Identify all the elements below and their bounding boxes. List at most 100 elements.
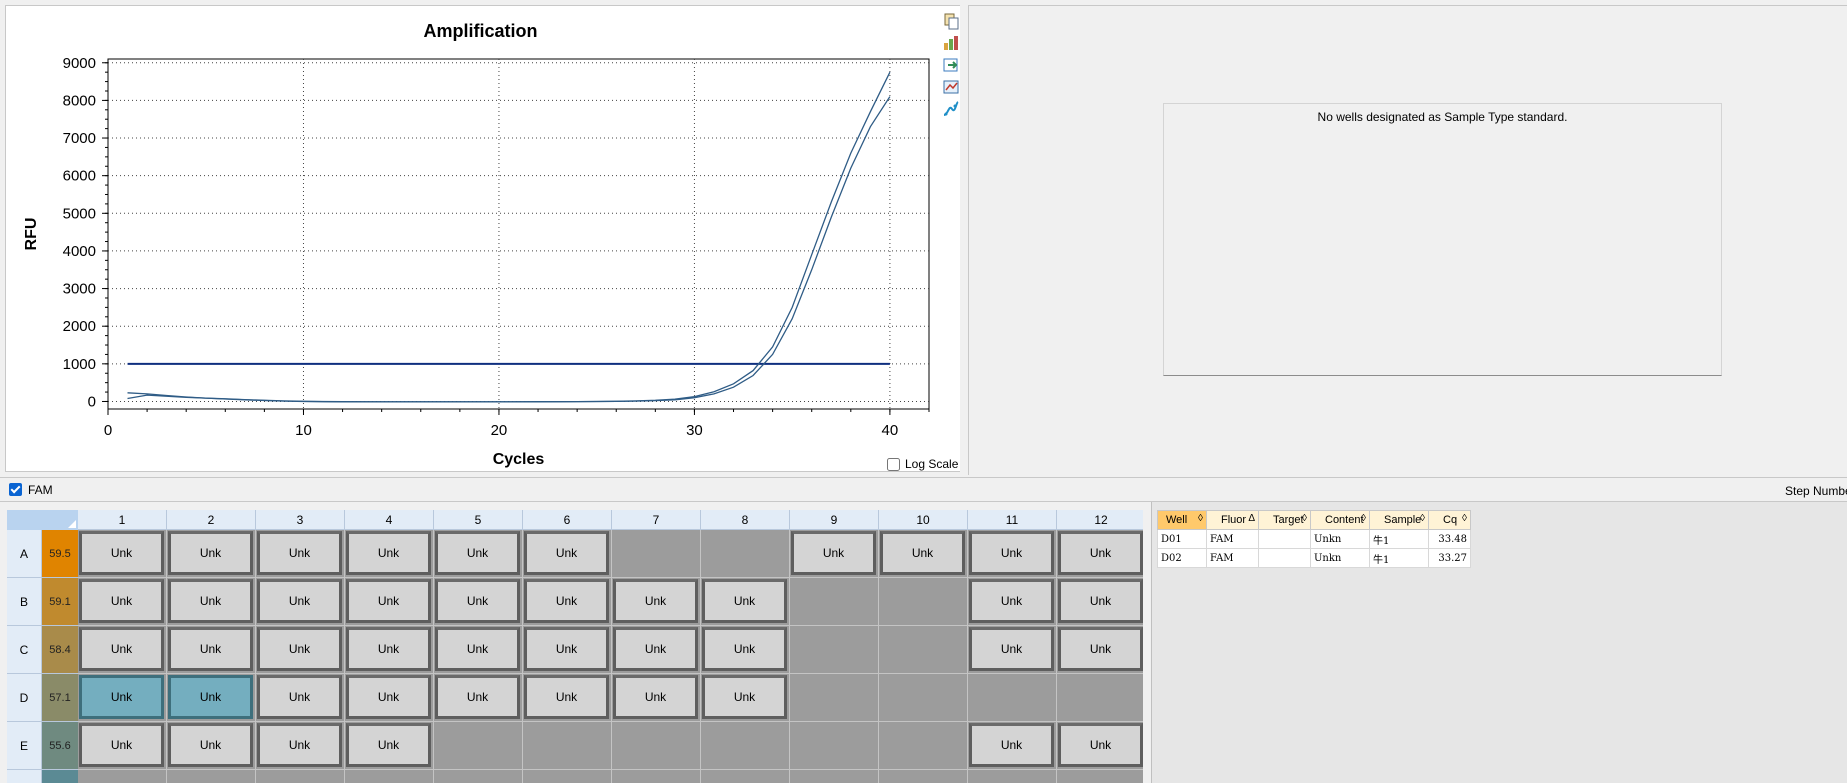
plate-well[interactable] xyxy=(1057,674,1143,722)
results-column-header[interactable]: Cq ◊ xyxy=(1428,510,1471,530)
results-cell[interactable]: 牛1 xyxy=(1369,529,1429,549)
plate-well[interactable]: Unk xyxy=(701,674,790,722)
well-content[interactable]: Unk xyxy=(435,531,520,575)
plate-well[interactable] xyxy=(790,578,879,626)
well-content[interactable]: Unk xyxy=(702,579,787,623)
plate-column-header[interactable]: 2 xyxy=(167,510,256,530)
plate-well[interactable] xyxy=(78,770,167,783)
plate-well[interactable]: Unk xyxy=(78,722,167,770)
well-content[interactable]: Unk xyxy=(969,723,1054,767)
plate-row-header[interactable]: C xyxy=(7,626,42,674)
results-cell[interactable]: Unkn xyxy=(1310,548,1370,568)
results-cell[interactable]: FAM xyxy=(1206,529,1259,549)
sort-icon[interactable]: ◊ xyxy=(1361,513,1366,524)
plate-well[interactable]: Unk xyxy=(523,674,612,722)
well-content[interactable]: Unk xyxy=(791,531,876,575)
plate-well[interactable]: Unk xyxy=(968,626,1057,674)
plate-column-header[interactable]: 1 xyxy=(78,510,167,530)
plate-column-header[interactable]: 7 xyxy=(612,510,701,530)
well-content[interactable]: Unk xyxy=(257,579,342,623)
results-cell[interactable]: D02 xyxy=(1157,548,1207,568)
results-cell[interactable]: 33.27 xyxy=(1428,548,1471,568)
plate-column-header[interactable]: 10 xyxy=(879,510,968,530)
plate-well[interactable]: Unk xyxy=(612,578,701,626)
well-content[interactable]: Unk xyxy=(346,627,431,671)
plate-well[interactable]: Unk xyxy=(790,530,879,578)
well-content[interactable]: Unk xyxy=(168,531,253,575)
results-cell[interactable]: Unkn xyxy=(1310,529,1370,549)
sort-icon[interactable]: Δ xyxy=(1248,513,1255,524)
well-content[interactable]: Unk xyxy=(346,531,431,575)
plate-column-header[interactable]: 6 xyxy=(523,510,612,530)
plate-well[interactable]: Unk xyxy=(78,674,167,722)
well-content[interactable]: Unk xyxy=(524,675,609,719)
plate-row-header[interactable]: B xyxy=(7,578,42,626)
plate-row-header[interactable]: E xyxy=(7,722,42,770)
plate-well[interactable]: Unk xyxy=(345,674,434,722)
well-content[interactable]: Unk xyxy=(702,675,787,719)
well-content[interactable]: Unk xyxy=(257,675,342,719)
well-content[interactable]: Unk xyxy=(79,579,164,623)
plate-well[interactable]: Unk xyxy=(701,578,790,626)
plate-column-header[interactable]: 8 xyxy=(701,510,790,530)
plate-column-header[interactable]: 9 xyxy=(790,510,879,530)
plate-row-header[interactable]: A xyxy=(7,530,42,578)
sort-icon[interactable]: ◊ xyxy=(1420,513,1425,524)
plate-well[interactable] xyxy=(434,722,523,770)
plate-well[interactable]: Unk xyxy=(78,626,167,674)
copy-icon[interactable] xyxy=(942,12,960,30)
plate-well[interactable] xyxy=(523,722,612,770)
well-content[interactable]: Unk xyxy=(79,723,164,767)
plate-column-header[interactable]: 3 xyxy=(256,510,345,530)
results-column-header[interactable]: Content ◊ xyxy=(1310,510,1370,530)
plate-well[interactable]: Unk xyxy=(701,626,790,674)
results-column-header[interactable]: Well ◊ xyxy=(1157,510,1207,530)
plate-column-header[interactable]: 11 xyxy=(968,510,1057,530)
plate-well[interactable]: Unk xyxy=(345,578,434,626)
well-content[interactable]: Unk xyxy=(969,579,1054,623)
vertical-splitter[interactable] xyxy=(960,0,968,475)
well-content[interactable]: Unk xyxy=(168,723,253,767)
well-content[interactable]: Unk xyxy=(346,723,431,767)
plate-well[interactable] xyxy=(790,674,879,722)
well-content[interactable]: Unk xyxy=(79,675,164,719)
well-content[interactable]: Unk xyxy=(435,627,520,671)
sort-icon[interactable]: ◊ xyxy=(1198,513,1203,524)
plate-column-header[interactable]: 5 xyxy=(434,510,523,530)
plate-well[interactable]: Unk xyxy=(256,722,345,770)
plate-well[interactable]: Unk xyxy=(523,578,612,626)
plate-well[interactable]: Unk xyxy=(78,530,167,578)
well-content[interactable]: Unk xyxy=(168,675,253,719)
plate-well[interactable] xyxy=(790,722,879,770)
plate-well[interactable] xyxy=(968,674,1057,722)
well-content[interactable]: Unk xyxy=(524,531,609,575)
well-content[interactable]: Unk xyxy=(257,531,342,575)
plate-well[interactable]: Unk xyxy=(612,626,701,674)
plate-row-header[interactable]: D xyxy=(7,674,42,722)
well-content[interactable]: Unk xyxy=(257,627,342,671)
well-content[interactable]: Unk xyxy=(524,579,609,623)
plate-well[interactable] xyxy=(879,722,968,770)
plate-well[interactable] xyxy=(1057,770,1143,783)
well-content[interactable]: Unk xyxy=(1058,579,1143,623)
plate-well[interactable]: Unk xyxy=(256,674,345,722)
results-column-header[interactable]: Target ◊ xyxy=(1258,510,1311,530)
plate-well[interactable] xyxy=(701,770,790,783)
plate-well[interactable] xyxy=(790,770,879,783)
plate-well[interactable] xyxy=(256,770,345,783)
plate-well[interactable] xyxy=(879,674,968,722)
plate-well[interactable] xyxy=(612,722,701,770)
plate-well[interactable] xyxy=(612,530,701,578)
well-content[interactable]: Unk xyxy=(435,675,520,719)
plate-well[interactable]: Unk xyxy=(879,530,968,578)
results-row[interactable]: D01 FAM Unkn 牛1 33.48 xyxy=(1157,529,1471,549)
well-content[interactable]: Unk xyxy=(969,531,1054,575)
plate-well[interactable]: Unk xyxy=(434,626,523,674)
well-content[interactable]: Unk xyxy=(880,531,965,575)
sort-icon[interactable]: ◊ xyxy=(1302,513,1307,524)
well-content[interactable]: Unk xyxy=(613,675,698,719)
results-column-header[interactable]: Sample ◊ xyxy=(1369,510,1429,530)
plate-well[interactable] xyxy=(879,578,968,626)
plate-well[interactable]: Unk xyxy=(434,674,523,722)
plate-column-header[interactable]: 4 xyxy=(345,510,434,530)
